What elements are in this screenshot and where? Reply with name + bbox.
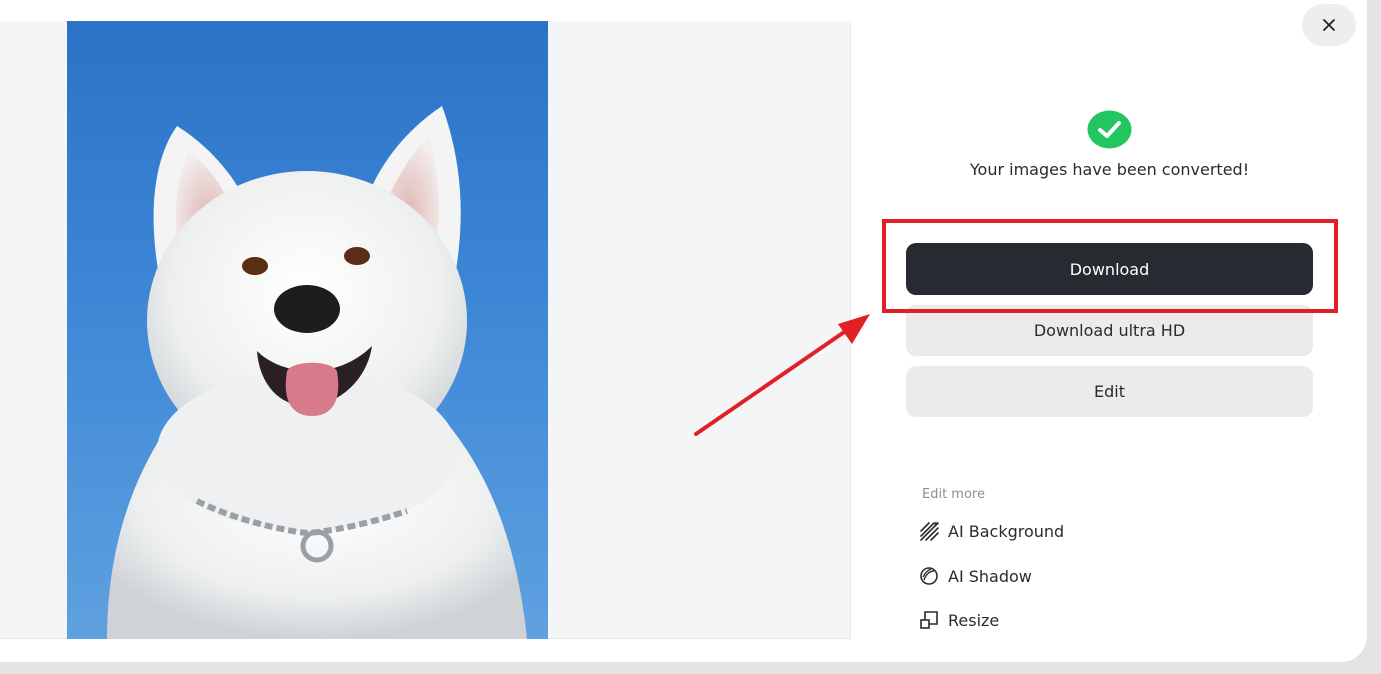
white-dog-photo xyxy=(107,106,527,639)
close-button[interactable] xyxy=(1302,4,1356,46)
ai-shadow-label: AI Shadow xyxy=(948,566,1032,586)
ai-shadow-icon xyxy=(920,567,938,585)
ai-background-label: AI Background xyxy=(948,521,1065,541)
conversion-status-text: Your images have been converted! xyxy=(969,160,1250,179)
resize-icon xyxy=(920,611,938,629)
ai-background-icon xyxy=(920,521,939,541)
image-preview-area xyxy=(0,21,851,639)
resize-option[interactable]: Resize xyxy=(918,607,999,633)
ai-shadow-option[interactable]: AI Shadow xyxy=(918,563,1032,589)
edit-button[interactable]: Edit xyxy=(906,366,1313,417)
edit-more-heading: Edit more xyxy=(922,487,985,502)
ai-background-option[interactable]: AI Background xyxy=(918,518,1064,544)
download-ultra-hd-button[interactable]: Download ultra HD xyxy=(906,305,1313,356)
close-icon xyxy=(1323,19,1335,31)
converted-dialog: Your images have been converted! Downloa… xyxy=(0,0,1367,662)
download-button[interactable]: Download xyxy=(906,243,1313,295)
converted-image-preview xyxy=(67,21,548,639)
check-circle-icon xyxy=(1087,110,1132,149)
resize-label: Resize xyxy=(948,610,1000,630)
